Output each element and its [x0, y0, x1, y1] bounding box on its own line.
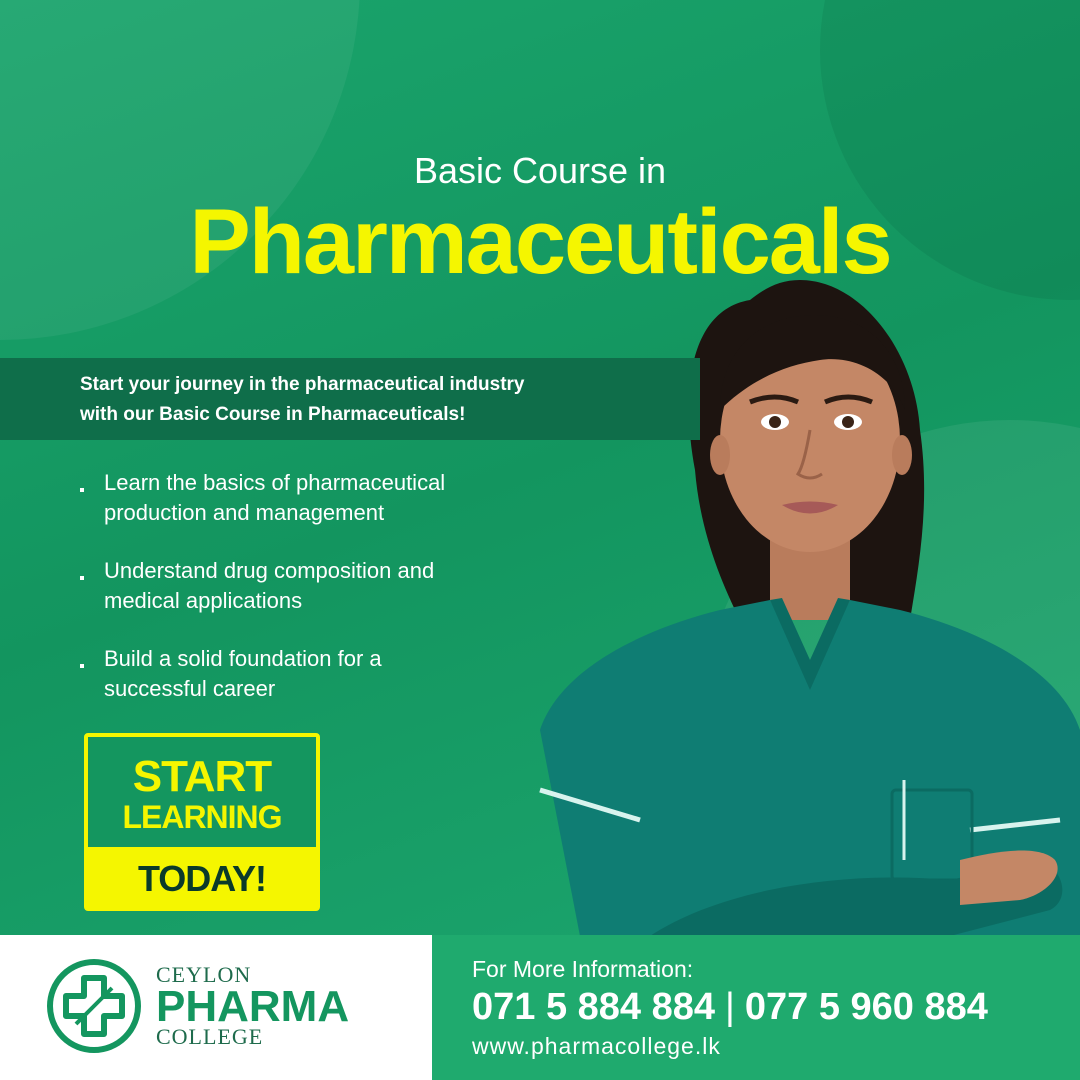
list-item: Understand drug composition and medical … [80, 556, 560, 616]
headline-prefix: Basic Course in [413, 150, 667, 191]
phone-separator: | [725, 986, 735, 1028]
intro-line: with our Basic Course in Pharmaceuticals… [80, 404, 466, 425]
list-item: Learn the basics of pharmaceutical produ… [80, 468, 560, 528]
phone-number[interactable]: 071 5 884 884 [472, 986, 715, 1028]
list-item-line: Learn the basics of pharmaceutical [104, 470, 446, 495]
cta-line-learning: LEARNING [122, 799, 282, 835]
list-item-line: Understand drug composition and [104, 558, 435, 583]
list-item-line: medical applications [104, 588, 303, 613]
contact-label: For More Information: [472, 956, 694, 982]
square-bullet-icon [80, 488, 84, 492]
list-item-line: successful career [104, 676, 276, 701]
poster: Basic Course in Pharmaceuticals Start yo… [0, 0, 1080, 1080]
feature-list: Learn the basics of pharmaceutical produ… [80, 468, 560, 732]
cta-line-today: TODAY! [88, 847, 316, 907]
logo-college: COLLEGE [156, 1024, 264, 1049]
intro-line: Start your journey in the pharmaceutical… [80, 374, 525, 395]
start-learning-button[interactable]: START LEARNING TODAY! [84, 733, 320, 911]
square-bullet-icon [80, 664, 84, 668]
phone-numbers: 071 5 884 884 | 077 5 960 884 [472, 986, 988, 1029]
list-item-line: Build a solid foundation for a [104, 646, 382, 671]
list-item: Build a solid foundation for a successfu… [80, 644, 560, 704]
square-bullet-icon [80, 576, 84, 580]
cta-line-start: START [132, 752, 272, 801]
website-link[interactable]: www.pharmacollege.lk [472, 1033, 721, 1060]
cta-top: START LEARNING [88, 737, 316, 847]
list-item-line: production and management [104, 500, 385, 525]
phone-number[interactable]: 077 5 960 884 [745, 986, 988, 1028]
medical-cross-icon [47, 959, 141, 1053]
intro-text: Start your journey in the pharmaceutical… [80, 370, 640, 430]
